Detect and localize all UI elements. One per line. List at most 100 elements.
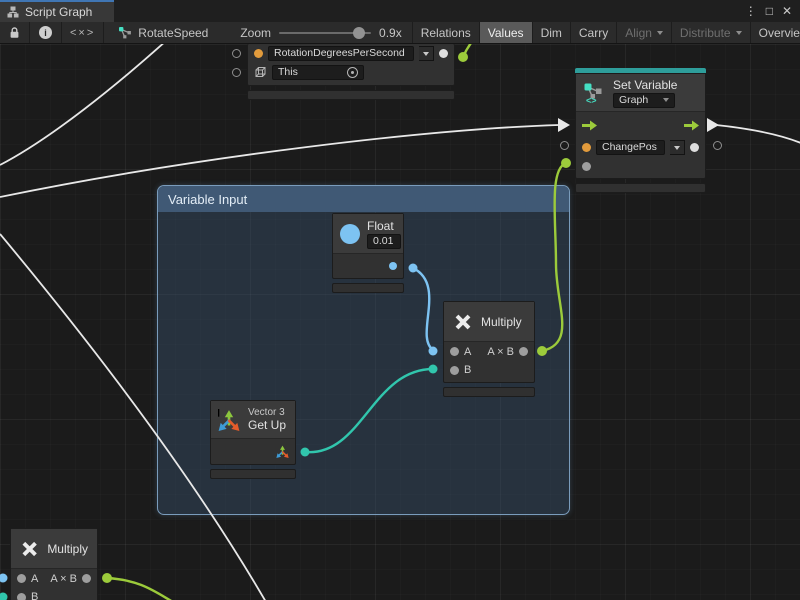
unity-script-graph-window: Script Graph ⋮ □ ✕ i <×>: [0, 0, 800, 600]
port-label-result: A × B: [487, 346, 514, 358]
graph-toolbar: i <×> RotateSpeed Zoom 0.9x Relations Va…: [0, 22, 800, 44]
node-multiply[interactable]: Multiply A A × B B: [443, 301, 535, 397]
port-row-b: B: [444, 361, 534, 379]
variable-name-dropdown[interactable]: RotationDegreesPerSecond: [268, 46, 414, 61]
graph-canvas[interactable]: Variable Input: [0, 44, 800, 600]
variable-name-row: RotationDegreesPerSecond: [248, 44, 454, 63]
vector3-output-port[interactable]: [276, 445, 289, 458]
chevron-down-icon: [423, 52, 429, 56]
dim-button[interactable]: Dim: [533, 22, 571, 43]
input-port-a[interactable]: [450, 347, 459, 356]
port-row-b: B: [11, 588, 97, 600]
close-icon[interactable]: ✕: [782, 4, 792, 18]
script-graph-icon: [7, 6, 19, 18]
float-value-field[interactable]: 0.01: [367, 234, 401, 249]
output-row: [211, 439, 295, 464]
wire-green-bottom: [107, 578, 173, 600]
node-multiply-bottom[interactable]: Multiply A A × B B: [10, 528, 98, 600]
dim-label: Dim: [541, 26, 562, 40]
lock-button[interactable]: [0, 22, 30, 43]
graph-breadcrumb[interactable]: RotateSpeed: [104, 22, 216, 43]
menu-icon[interactable]: ⋮: [745, 4, 757, 18]
group-header[interactable]: Variable Input: [158, 186, 569, 212]
graph-icon: [118, 26, 132, 40]
zoom-slider-handle[interactable]: [353, 27, 365, 39]
output-port-ring[interactable]: [713, 141, 722, 150]
object-picker-icon[interactable]: [347, 67, 358, 78]
output-port[interactable]: [82, 574, 91, 583]
control-flow-row: [576, 112, 705, 138]
maximize-icon[interactable]: □: [766, 4, 773, 18]
variable-name-dropdown[interactable]: ChangePos: [596, 140, 665, 155]
variable-name-row: ChangePos: [576, 138, 705, 157]
output-port[interactable]: [519, 347, 528, 356]
input-port-b[interactable]: [17, 593, 26, 600]
zoom-value: 0.9x: [379, 26, 402, 40]
value-output-port[interactable]: [439, 49, 448, 58]
wire-endpoint: [458, 52, 468, 62]
node-title: Multiply: [47, 542, 88, 556]
node-title: Float: [367, 219, 401, 233]
input-port-a[interactable]: [17, 574, 26, 583]
node-get-variable[interactable]: RotationDegreesPerSecond This: [247, 44, 455, 100]
node-title: Set Variable: [613, 78, 677, 92]
distribute-button[interactable]: Distribute: [672, 22, 751, 43]
tab-title: Script Graph: [25, 5, 92, 19]
value-output-port[interactable]: [690, 143, 699, 152]
variable-dropdown-button[interactable]: [419, 46, 434, 61]
overview-button[interactable]: Overview: [751, 22, 800, 43]
input-port-b[interactable]: [450, 366, 459, 375]
distribute-label: Distribute: [680, 26, 731, 40]
tab-script-graph[interactable]: Script Graph: [0, 0, 114, 22]
target-field[interactable]: This: [272, 65, 364, 80]
overview-label: Overview: [759, 26, 800, 40]
float-output-port[interactable]: [389, 262, 397, 270]
svg-text:<>: <>: [586, 95, 597, 104]
carry-button[interactable]: Carry: [571, 22, 617, 43]
float-icon: [340, 224, 360, 244]
flow-input-arrow-icon[interactable]: [582, 120, 597, 131]
variable-port[interactable]: [582, 143, 591, 152]
variable-kind-dropdown[interactable]: Graph: [613, 93, 675, 108]
chevron-down-icon: [663, 98, 669, 102]
zoom-label: Zoom: [240, 26, 271, 40]
input-port-ring[interactable]: [232, 68, 241, 77]
wire-arrowhead-out: [707, 118, 719, 132]
node-title: Multiply: [481, 315, 522, 329]
node-set-variable[interactable]: <> Set Variable Graph: [575, 68, 706, 193]
window-controls: ⋮ □ ✕: [745, 0, 800, 22]
wire-endpoint: [0, 593, 8, 600]
node-footer: [443, 387, 535, 397]
vector3-icon: [218, 409, 240, 431]
variable-dropdown-button[interactable]: [670, 140, 685, 155]
align-button[interactable]: Align: [617, 22, 672, 43]
values-button[interactable]: Values: [480, 22, 533, 43]
set-variable-icon: <>: [583, 82, 605, 104]
variable-port[interactable]: [254, 49, 263, 58]
graph-name: RotateSpeed: [138, 26, 208, 40]
wire-white-out-setvariable: [716, 125, 800, 143]
info-button[interactable]: i: [30, 22, 62, 43]
input-port-ring[interactable]: [560, 141, 569, 150]
port-label-b: B: [31, 591, 38, 600]
align-label: Align: [625, 26, 652, 40]
node-footer: [210, 469, 296, 479]
port-label-result: A × B: [50, 573, 77, 585]
value-input-row: [576, 157, 705, 175]
wire-arrowhead-in: [558, 118, 570, 132]
node-type-label: Vector 3: [248, 407, 286, 418]
node-get-up[interactable]: Vector 3 Get Up: [210, 400, 296, 479]
zoom-control: Zoom 0.9x: [230, 22, 411, 43]
relations-button[interactable]: Relations: [412, 22, 480, 43]
code-view-button[interactable]: <×>: [62, 22, 104, 43]
node-footer: [575, 183, 706, 193]
zoom-slider[interactable]: [279, 32, 371, 34]
input-port-ring[interactable]: [232, 49, 241, 58]
target-label: This: [278, 66, 298, 79]
value-input-port[interactable]: [582, 162, 591, 171]
node-float-literal[interactable]: Float 0.01: [332, 213, 404, 293]
flow-output-arrow-icon[interactable]: [684, 120, 699, 131]
node-title: Get Up: [248, 418, 286, 432]
wire-endpoint: [0, 574, 8, 583]
code-icon: <×>: [70, 27, 95, 39]
